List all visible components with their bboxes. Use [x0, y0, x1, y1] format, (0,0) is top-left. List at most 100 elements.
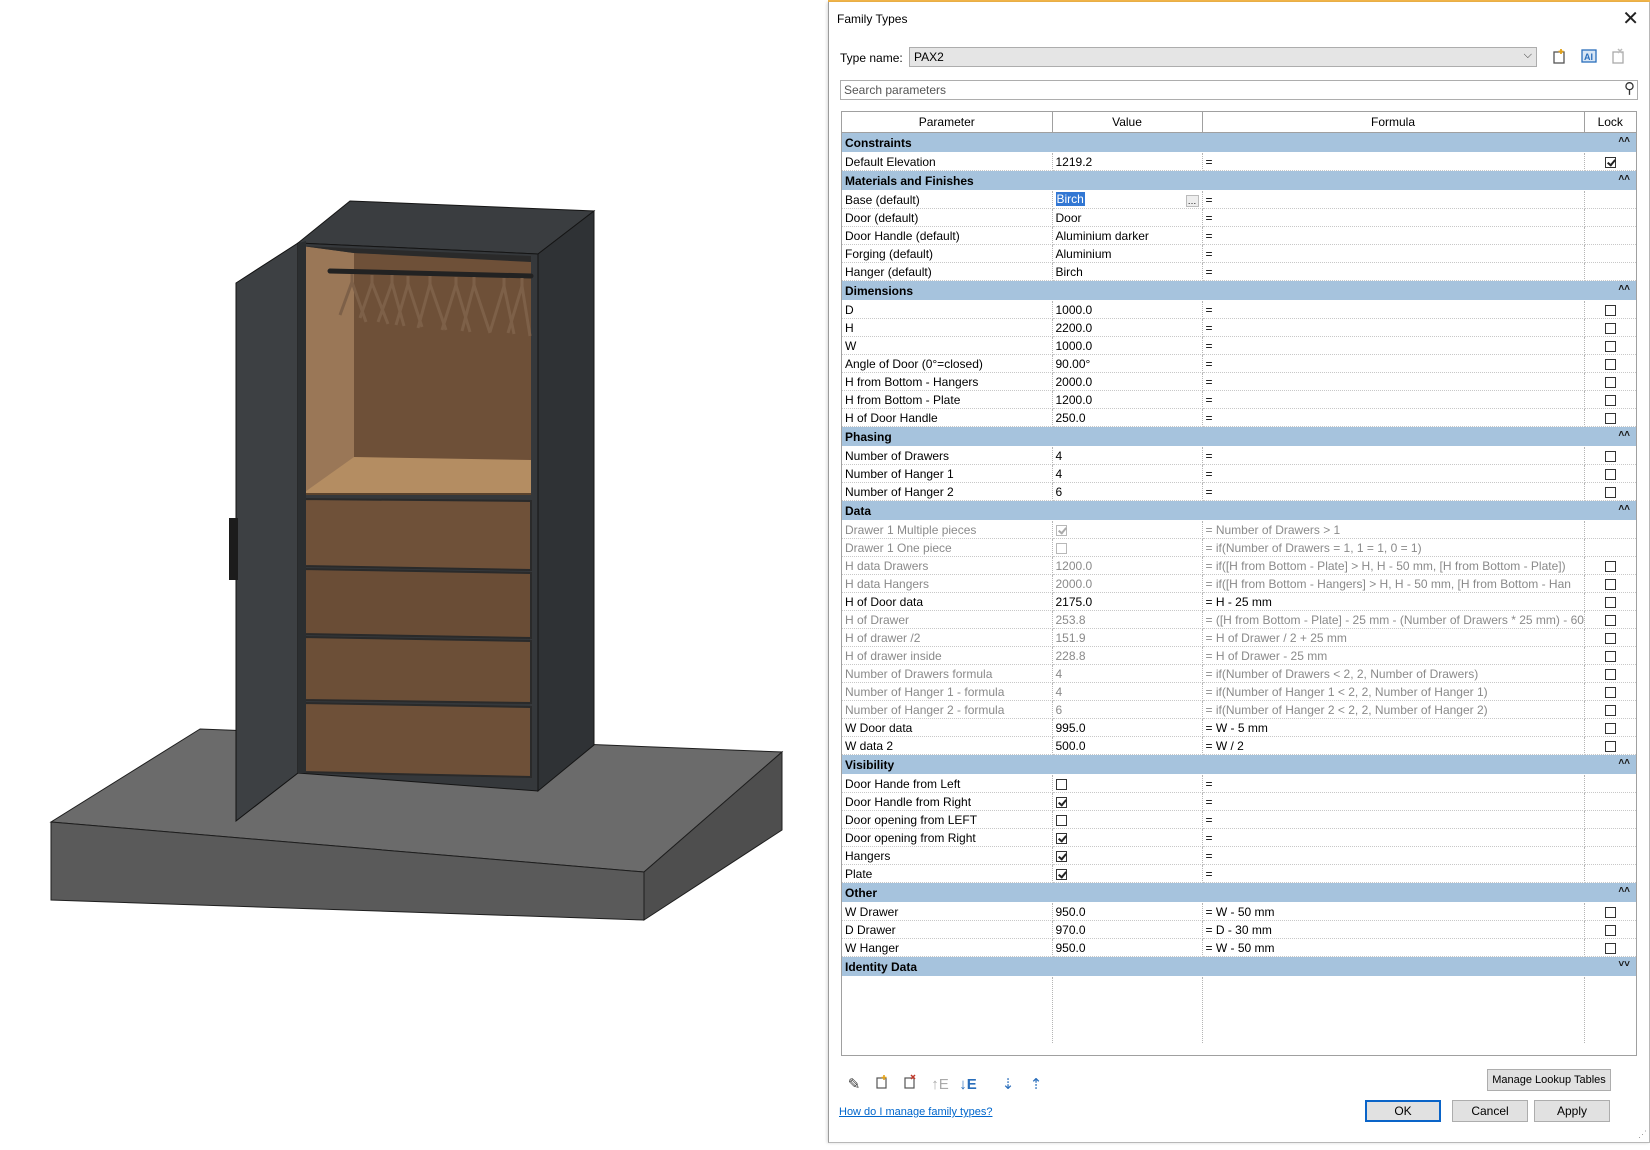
lock-checkbox[interactable] [1604, 560, 1616, 572]
value-cell[interactable]: 4 [1052, 464, 1203, 483]
value-checkbox[interactable] [1055, 832, 1067, 844]
delete-type-icon[interactable] [1607, 47, 1629, 69]
new-type-icon[interactable] [1548, 47, 1570, 69]
group-header[interactable]: Materials and Finishes ˄˄ [842, 170, 1636, 191]
lock-checkbox[interactable] [1604, 650, 1616, 662]
formula-cell[interactable]: = if([H from Bottom - Hangers] > H, H - … [1202, 574, 1585, 593]
table-row[interactable]: Drawer 1 Multiple pieces = Number of Draw… [842, 520, 1636, 539]
delete-parameter-icon[interactable] [899, 1074, 921, 1096]
lock-checkbox[interactable] [1604, 668, 1616, 680]
table-row[interactable]: Number of Hanger 1 - formula 4 = if(Number… [842, 682, 1636, 701]
table-row[interactable]: H of Door Handle 250.0 = [842, 408, 1636, 427]
lock-checkbox[interactable] [1604, 578, 1616, 590]
value-cell[interactable]: 1200.0 [1052, 390, 1203, 409]
table-row[interactable]: Number of Hanger 2 - formula 6 = if(Number… [842, 700, 1636, 719]
group-header[interactable]: Dimensions ˄˄ [842, 280, 1636, 301]
formula-cell[interactable]: = if(Number of Drawers < 2, 2, Number of… [1202, 664, 1585, 683]
column-header-value[interactable]: Value [1052, 112, 1203, 133]
lock-cell[interactable] [1584, 354, 1636, 373]
formula-cell[interactable]: = [1202, 208, 1585, 227]
value-cell[interactable]: 950.0 [1052, 938, 1203, 957]
table-row[interactable]: Angle of Door (0°=closed) 90.00° = [842, 354, 1636, 373]
close-icon[interactable]: ✕ [1622, 6, 1639, 31]
cancel-button[interactable]: Cancel [1452, 1100, 1528, 1122]
lock-checkbox[interactable] [1604, 486, 1616, 498]
lock-checkbox[interactable] [1604, 942, 1616, 954]
value-checkbox[interactable] [1055, 850, 1067, 862]
value-checkbox[interactable] [1055, 542, 1067, 554]
table-row[interactable]: H of drawer /2 151.9 = H of Drawer / 2 + 2… [842, 628, 1636, 647]
formula-cell[interactable]: = if(Number of Drawers = 1, 1 = 1, 0 = 1… [1202, 538, 1585, 557]
table-row[interactable]: D Drawer 970.0 = D - 30 mm [842, 920, 1636, 939]
formula-cell[interactable]: = H of Drawer - 25 mm [1202, 646, 1585, 665]
group-header[interactable]: Phasing ˄˄ [842, 426, 1636, 447]
group-cell[interactable]: Constraints ˄˄ [842, 132, 1636, 153]
column-header-lock[interactable]: Lock [1584, 112, 1636, 133]
formula-cell[interactable]: = [1202, 152, 1585, 171]
lock-checkbox[interactable] [1604, 740, 1616, 752]
collapse-chevron-icon[interactable]: ˄˄ [1618, 885, 1630, 896]
formula-cell[interactable]: = [1202, 774, 1585, 793]
table-row[interactable]: Hangers = [842, 846, 1636, 865]
group-cell[interactable]: Phasing ˄˄ [842, 426, 1636, 447]
formula-cell[interactable]: = W - 50 mm [1202, 938, 1585, 957]
lock-cell[interactable] [1584, 464, 1636, 483]
lock-cell[interactable] [1584, 664, 1636, 683]
value-text-selected[interactable]: Birch [1055, 192, 1085, 206]
table-row[interactable]: W Door data 995.0 = W - 5 mm [842, 718, 1636, 737]
value-cell[interactable]: 500.0 [1052, 736, 1203, 755]
table-row[interactable]: Number of Drawers 4 = [842, 446, 1636, 465]
value-cell[interactable]: Door [1052, 208, 1203, 227]
group-cell[interactable]: Dimensions ˄˄ [842, 280, 1636, 301]
lock-cell[interactable] [1584, 556, 1636, 575]
lock-checkbox[interactable] [1604, 412, 1616, 424]
search-icon[interactable]: ⚲ [1624, 79, 1635, 97]
formula-cell[interactable]: = [1202, 464, 1585, 483]
value-cell[interactable]: Birch [1052, 262, 1203, 281]
table-row[interactable]: H 2200.0 = [842, 318, 1636, 337]
formula-cell[interactable]: = [1202, 828, 1585, 847]
value-cell[interactable]: … Birch [1052, 190, 1203, 209]
value-checkbox[interactable] [1055, 868, 1067, 880]
value-cell[interactable]: 4 [1052, 446, 1203, 465]
lock-cell[interactable] [1584, 920, 1636, 939]
formula-cell[interactable]: = H - 25 mm [1202, 592, 1585, 611]
formula-cell[interactable]: = [1202, 390, 1585, 409]
sort-descending-icon[interactable]: ⇡ [1025, 1074, 1047, 1096]
lock-cell[interactable] [1584, 336, 1636, 355]
lock-cell[interactable] [1584, 902, 1636, 921]
table-row[interactable]: W Drawer 950.0 = W - 50 mm [842, 902, 1636, 921]
lock-cell[interactable] [1584, 152, 1636, 171]
group-header[interactable]: Constraints ˄˄ [842, 132, 1636, 153]
formula-cell[interactable]: = [1202, 482, 1585, 501]
table-row[interactable]: Door opening from Right = [842, 828, 1636, 847]
table-row[interactable]: H data Hangers 2000.0 = if([H from Bottom … [842, 574, 1636, 593]
lock-checkbox[interactable] [1604, 596, 1616, 608]
group-cell[interactable]: Materials and Finishes ˄˄ [842, 170, 1636, 191]
lock-cell[interactable] [1584, 592, 1636, 611]
move-down-icon[interactable]: ↓E [957, 1074, 979, 1096]
table-row[interactable]: H from Bottom - Plate 1200.0 = [842, 390, 1636, 409]
table-row[interactable]: W 1000.0 = [842, 336, 1636, 355]
value-checkbox[interactable] [1055, 778, 1067, 790]
formula-cell[interactable]: = [1202, 810, 1585, 829]
table-row[interactable]: Door Handle from Right = [842, 792, 1636, 811]
formula-cell[interactable]: = W / 2 [1202, 736, 1585, 755]
value-cell[interactable] [1052, 810, 1203, 829]
lock-cell[interactable] [1584, 408, 1636, 427]
table-row[interactable]: Default Elevation 1219.2 = [842, 152, 1636, 171]
table-row[interactable]: Door opening from LEFT = [842, 810, 1636, 829]
lock-checkbox[interactable] [1604, 376, 1616, 388]
resize-grip-icon[interactable]: ⋰ [1638, 1129, 1647, 1140]
table-row[interactable]: Number of Drawers formula 4 = if(Number of… [842, 664, 1636, 683]
lock-checkbox[interactable] [1604, 468, 1616, 480]
value-cell[interactable] [1052, 828, 1203, 847]
collapse-chevron-icon[interactable]: ˄˄ [1618, 503, 1630, 514]
lock-checkbox[interactable] [1604, 322, 1616, 334]
table-row[interactable]: Drawer 1 One piece = if(Number of Drawers… [842, 538, 1636, 557]
value-cell[interactable]: 970.0 [1052, 920, 1203, 939]
value-cell[interactable]: 2175.0 [1052, 592, 1203, 611]
table-row[interactable]: Hanger (default) Birch = [842, 262, 1636, 281]
group-header[interactable]: Data ˄˄ [842, 500, 1636, 521]
formula-cell[interactable]: = [1202, 318, 1585, 337]
